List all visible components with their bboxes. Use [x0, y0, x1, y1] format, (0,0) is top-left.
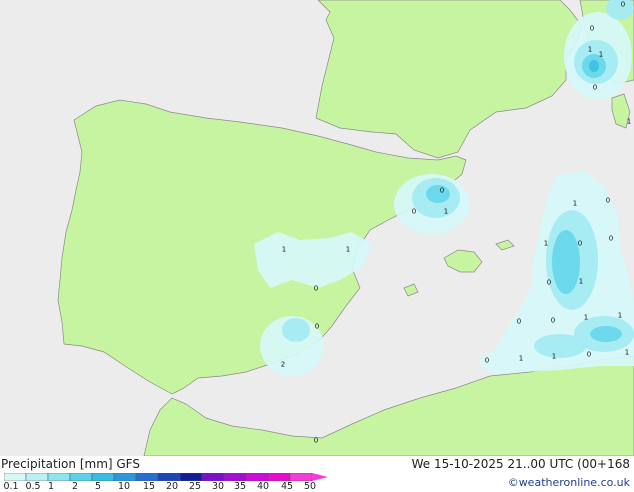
scale-swatch — [69, 473, 93, 481]
precip-value-label: 1 — [588, 46, 592, 54]
precip-value-label: 0 — [578, 240, 582, 248]
precip-value-label: 1 — [544, 240, 548, 248]
scale-swatch — [113, 473, 137, 481]
precip-value-label: 0 — [315, 323, 319, 331]
scale-swatch — [25, 473, 49, 481]
scale-swatch — [47, 473, 71, 481]
precip-value-label: 1 — [519, 355, 523, 363]
precip-area — [426, 185, 450, 203]
precip-value-label: 1 — [552, 353, 556, 361]
precip-value-label: 0 — [606, 197, 610, 205]
precip-value-label: 0 — [551, 317, 555, 325]
precip-value-label: 1 — [573, 200, 577, 208]
precip-value-label: 0 — [485, 357, 489, 365]
precip-value-label: 1 — [625, 349, 629, 357]
precipitation-map: 100 11 10021 01 000 10 0 1 110 1 1 0 100100 — [0, 0, 634, 456]
precip-value-label: 1 — [282, 246, 286, 254]
scale-swatch — [245, 473, 269, 481]
scale-swatch — [289, 473, 313, 481]
precip-area — [534, 334, 586, 358]
precip-value-label: 0 — [590, 25, 594, 33]
precip-value-label: 1 — [627, 118, 631, 126]
precip-value-label: 0 — [547, 279, 551, 287]
scale-swatch — [201, 473, 225, 481]
scale-swatch — [157, 473, 181, 481]
precip-value-label: 1 — [444, 208, 448, 216]
scale-swatch — [4, 473, 27, 481]
copyright-link[interactable]: ©weatheronline.co.uk — [508, 476, 630, 489]
precip-value-label: 1 — [346, 246, 350, 254]
precip-value-label: 1 — [584, 314, 588, 322]
precip-value-label: 0 — [609, 235, 613, 243]
precip-area — [589, 60, 599, 72]
precip-value-label: 1 — [599, 51, 603, 59]
precip-value-label: 0 — [314, 437, 318, 445]
precip-value-label: 0 — [587, 351, 591, 359]
map-title: Precipitation [mm] GFS — [1, 457, 140, 471]
precip-area — [590, 326, 622, 342]
scale-overflow-arrow — [312, 473, 328, 481]
scale-swatch — [135, 473, 159, 481]
precip-area — [282, 318, 310, 342]
scale-swatch — [223, 473, 247, 481]
precip-value-label: 1 — [579, 278, 583, 286]
map-footer: Precipitation [mm] GFS We 15-10-2025 21.… — [0, 456, 634, 492]
precip-value-label: 0 — [314, 285, 318, 293]
color-scale — [4, 473, 328, 481]
scale-swatch — [267, 473, 291, 481]
valid-time: We 15-10-2025 21..00 UTC (00+168 — [411, 457, 630, 471]
precip-area — [552, 230, 580, 294]
precip-value-label: 0 — [593, 84, 597, 92]
precip-value-label: 0 — [621, 1, 625, 9]
precip-value-label: 0 — [440, 187, 444, 195]
scale-swatch — [179, 473, 203, 481]
precip-value-label: 0 — [517, 318, 521, 326]
precip-value-label: 2 — [281, 361, 285, 369]
precip-value-label: 0 — [412, 208, 416, 216]
precip-value-label: 1 — [618, 312, 622, 320]
scale-swatch — [91, 473, 115, 481]
scale-ticks: 0.1 0.5 1 2 5 10 15 20 25 30 35 40 45 50 — [0, 482, 330, 492]
